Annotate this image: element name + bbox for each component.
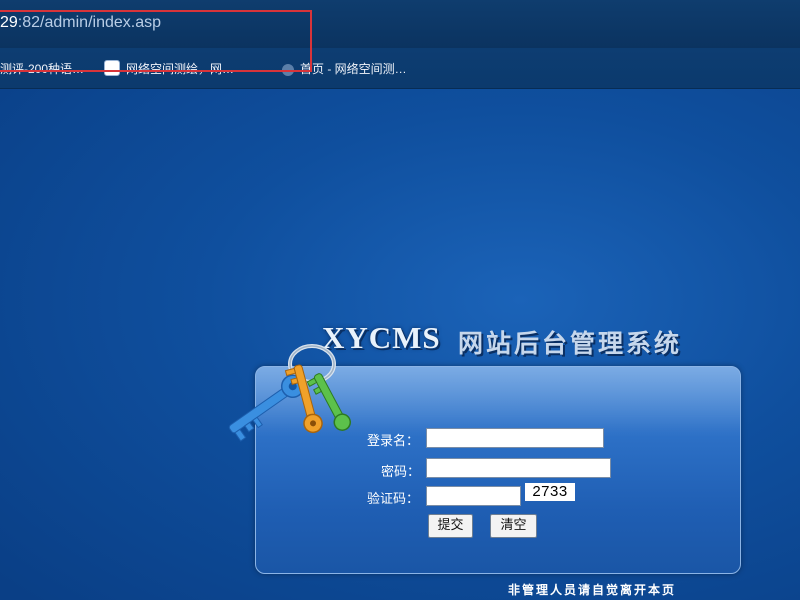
clear-button[interactable]: 清空 <box>490 514 537 538</box>
captcha-image[interactable]: 2733 <box>525 483 575 501</box>
brand-subtitle: 网站后台管理系统 <box>458 329 683 358</box>
username-input[interactable] <box>426 428 604 448</box>
footer-note: 非管理人员请自觉离开本页 <box>508 583 677 597</box>
password-label: 密码： <box>381 465 421 480</box>
bookmark-label: 首页 - 网络空间测… <box>300 62 407 76</box>
captcha-input[interactable] <box>426 486 521 506</box>
captcha-label: 验证码： <box>367 492 420 507</box>
keys-icon <box>228 344 352 442</box>
password-input[interactable] <box>426 458 611 478</box>
username-label: 登录名： <box>367 434 420 449</box>
url-highlight-box <box>0 10 312 72</box>
submit-button[interactable]: 提交 <box>428 514 473 538</box>
